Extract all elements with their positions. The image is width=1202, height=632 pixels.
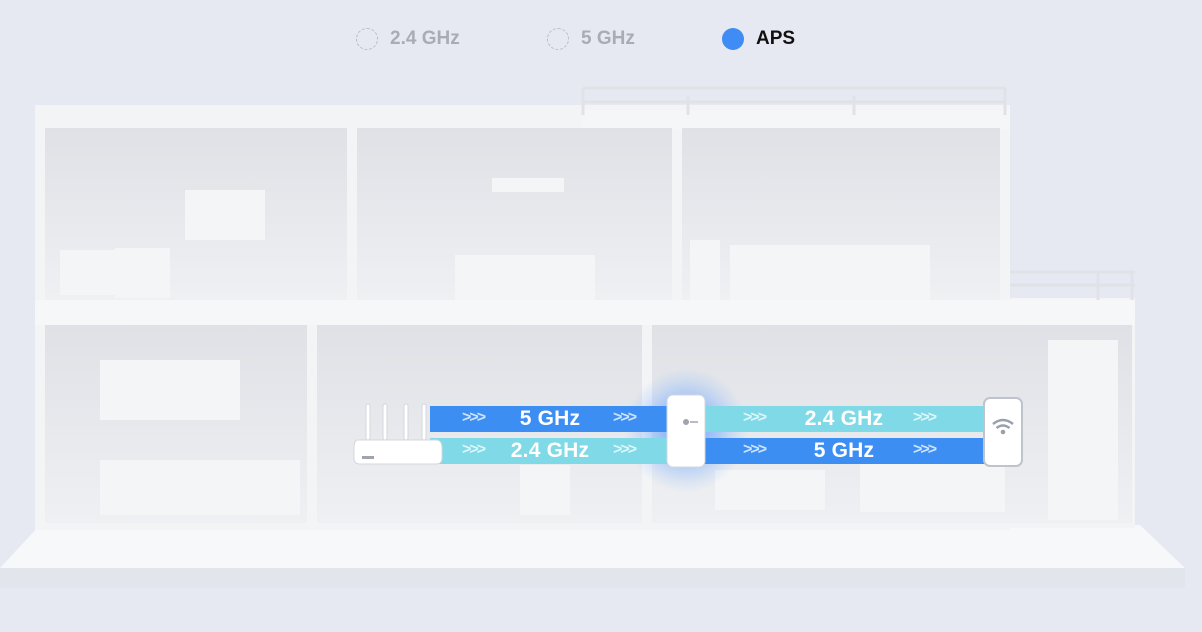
tab-aps[interactable]: APS [722,22,795,56]
chevrons-right: >>> [613,409,637,426]
house-illustration [0,86,1185,588]
band-router-bottom: >>> 2.4 GHz >>> [430,438,670,464]
band-tabs: 2.4 GHz 5 GHz APS [0,22,1202,56]
band-router-top: >>> 5 GHz >>> [430,406,670,432]
router-icon [353,403,443,465]
chevrons-right: >>> [913,409,937,426]
phone-wifi-icon [983,397,1023,467]
chevrons-right: >>> [613,441,637,458]
extender-icon [666,394,706,468]
tab-2-4-ghz[interactable]: 2.4 GHz [356,22,460,56]
band-device-top-label: 2.4 GHz [804,407,884,430]
radio-dot [547,28,569,50]
tab-5-ghz[interactable]: 5 GHz [547,22,635,56]
tab-label: 5 GHz [581,28,635,49]
tab-label: APS [756,28,796,49]
radio-dot [356,28,378,50]
radio-dot-selected [722,28,744,50]
tab-label: 2.4 GHz [390,28,460,49]
band-device-bottom: >>> 5 GHz >>> [703,438,985,464]
band-device-bottom-label: 5 GHz [813,439,875,462]
band-device-top: >>> 2.4 GHz >>> [703,406,985,432]
chevrons-right: >>> [913,441,937,458]
